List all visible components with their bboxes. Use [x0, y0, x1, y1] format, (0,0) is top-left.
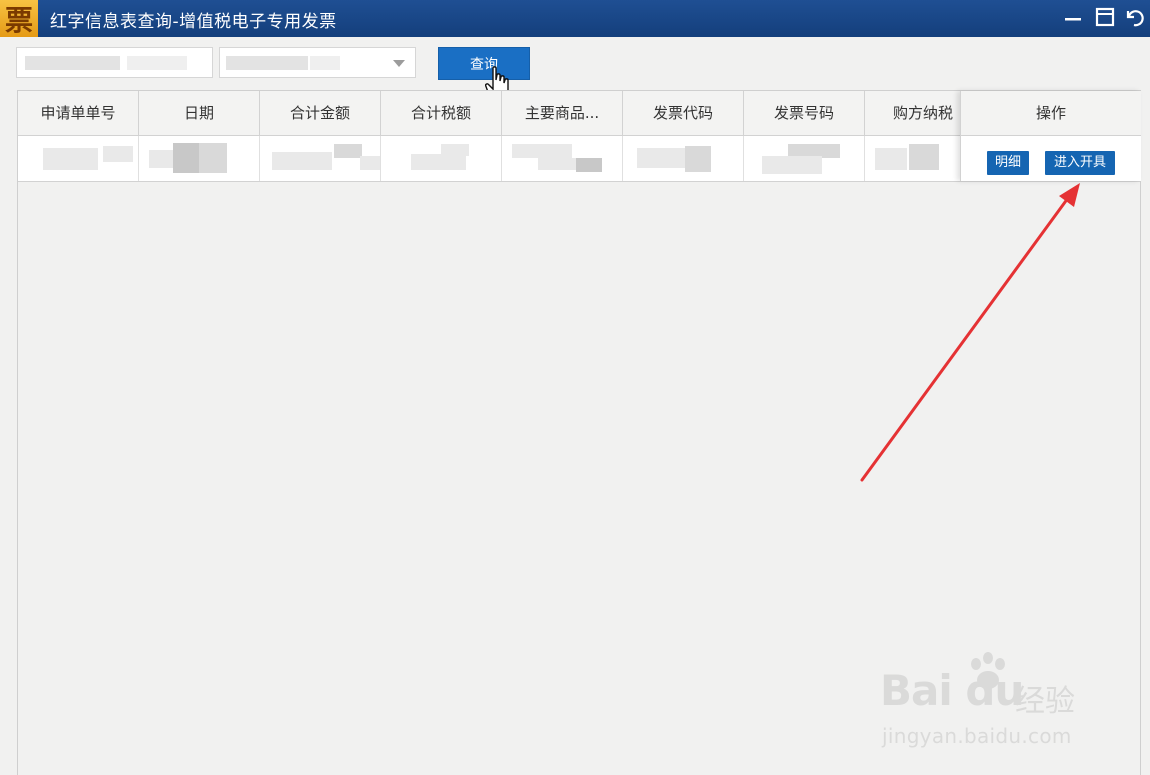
blurred-value: [127, 56, 187, 70]
table-cell: [623, 136, 744, 181]
maximize-icon[interactable]: [1093, 4, 1119, 30]
query-button[interactable]: 查询: [438, 47, 530, 80]
window-title: 红字信息表查询-增值税电子专用发票: [50, 12, 337, 32]
baidu-jingyan-watermark: Bai du 经验 jingyan.baidu.com: [880, 652, 1110, 752]
blurred-value: [226, 56, 308, 70]
table-cell: [381, 136, 502, 181]
operations-header: 操作: [961, 91, 1141, 136]
table-cell: [502, 136, 623, 181]
column-header[interactable]: 发票代码: [623, 91, 744, 135]
watermark-brand: 经验: [1015, 684, 1075, 719]
title-bar: 票 红字信息表查询-增值税电子专用发票: [0, 0, 1150, 37]
blurred-value: [25, 56, 120, 70]
table-cell: [744, 136, 865, 181]
open-invoice-button[interactable]: 进入开具: [1045, 151, 1115, 175]
column-header[interactable]: 主要商品...: [502, 91, 623, 135]
back-icon[interactable]: [1122, 4, 1148, 30]
watermark-url: jingyan.baidu.com: [882, 724, 1072, 748]
column-header[interactable]: 合计金额: [260, 91, 381, 135]
operations-column: 操作 明细 进入开具: [960, 91, 1141, 181]
filter-dropdown[interactable]: [219, 47, 416, 78]
blurred-value: [310, 56, 340, 70]
watermark-logo: Bai du: [880, 666, 1024, 715]
table-cell: [139, 136, 260, 181]
app-logo: 票: [0, 0, 38, 37]
column-header[interactable]: 发票号码: [744, 91, 865, 135]
table-cell: [18, 136, 139, 181]
minimize-icon[interactable]: [1061, 4, 1087, 30]
column-header[interactable]: 申请单单号: [18, 91, 139, 135]
chevron-down-icon[interactable]: [393, 60, 405, 67]
table-cell: [260, 136, 381, 181]
column-header[interactable]: 合计税额: [381, 91, 502, 135]
filter-field-1[interactable]: [16, 47, 213, 78]
detail-button[interactable]: 明细: [987, 151, 1029, 175]
column-header[interactable]: 日期: [139, 91, 260, 135]
table-cell: [865, 136, 960, 181]
